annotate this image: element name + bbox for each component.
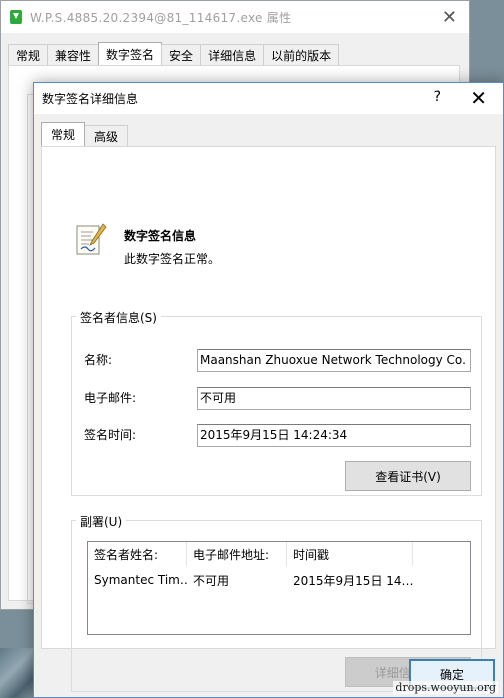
signer-info-legend: 签名者信息(S)	[76, 309, 161, 326]
certificate-icon	[76, 223, 107, 255]
tab-details[interactable]: 详细信息	[200, 44, 265, 65]
tab-previous-versions[interactable]: 以前的版本	[263, 44, 340, 65]
watermark-text: drops.wooyun.org	[393, 681, 498, 694]
cell-timestamp: 2015年9月15日 14…	[293, 573, 413, 588]
signing-time-field[interactable]: 2015年9月15日 14:24:34	[197, 424, 471, 447]
properties-tabs: 常规 兼容性 数字签名 安全 详细信息 以前的版本	[8, 42, 340, 66]
dialog-title-bar: 数字签名详细信息 ? ✕	[34, 83, 503, 114]
signature-details-dialog: 数字签名详细信息 ? ✕ 常规 高级 数字签名信息 此数字签名正常。 签名者信息…	[33, 82, 504, 698]
dialog-tabs: 常规 高级	[41, 122, 129, 147]
countersignatures-legend: 副署(U)	[76, 513, 127, 530]
tab-security[interactable]: 安全	[161, 44, 202, 65]
signature-status-text: 此数字签名正常。	[124, 252, 221, 266]
list-header: 签名者姓名: 电子邮件地址: 时间戳	[88, 542, 470, 566]
download-icon	[10, 10, 22, 24]
name-label: 名称:	[84, 353, 113, 367]
table-row[interactable]: Symantec Tim… 不可用 2015年9月15日 14…	[88, 569, 470, 591]
tab-digital-signatures[interactable]: 数字签名	[98, 42, 163, 65]
signing-time-label: 签名时间:	[84, 428, 137, 442]
dialog-title: 数字签名详细信息	[42, 92, 139, 106]
signature-info-title: 数字签名信息	[124, 229, 197, 243]
tab-advanced[interactable]: 高级	[84, 125, 129, 146]
tab-general[interactable]: 常规	[8, 44, 49, 65]
general-panel: 数字签名信息 此数字签名正常。 签名者信息(S) 名称: Maanshan Zh…	[41, 146, 496, 692]
column-timestamp[interactable]: 时间戳	[287, 542, 413, 566]
cell-email-address: 不可用	[193, 573, 230, 588]
signer-email-field[interactable]: 不可用	[197, 387, 471, 410]
properties-title: W.P.S.4885.20.2394@81_114617.exe 属性	[30, 10, 292, 25]
tab-general[interactable]: 常规	[41, 122, 86, 146]
tab-compatibility[interactable]: 兼容性	[47, 44, 100, 65]
signer-name-field[interactable]: Maanshan Zhuoxue Network Technology Co. …	[197, 349, 471, 372]
properties-title-bar: W.P.S.4885.20.2394@81_114617.exe 属性 ✕	[1, 1, 469, 33]
cell-signer-name: Symantec Tim…	[94, 573, 187, 587]
view-certificate-button[interactable]: 查看证书(V)	[345, 461, 471, 491]
help-icon[interactable]: ?	[434, 89, 441, 105]
signer-info-group: 签名者信息(S) 名称: Maanshan Zhuoxue Network Te…	[71, 309, 482, 496]
close-icon[interactable]: ✕	[442, 7, 457, 28]
close-icon[interactable]: ✕	[470, 86, 487, 110]
column-email-address[interactable]: 电子邮件地址:	[187, 542, 287, 566]
email-label: 电子邮件:	[84, 391, 137, 405]
column-signer-name[interactable]: 签名者姓名:	[88, 542, 187, 566]
countersignatures-list[interactable]: 签名者姓名: 电子邮件地址: 时间戳 Symantec Tim… 不可用 201…	[87, 541, 471, 635]
